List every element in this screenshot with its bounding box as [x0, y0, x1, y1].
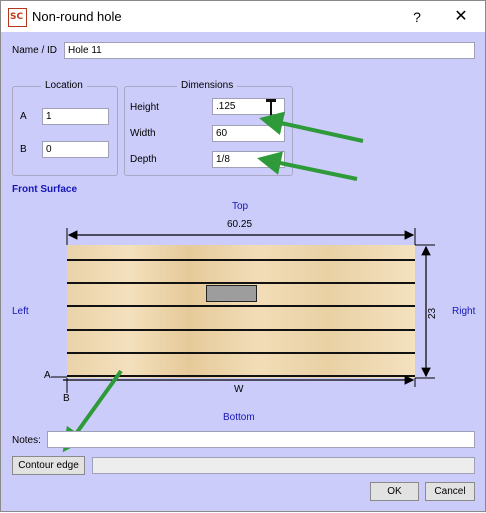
bottom-label: Bottom [223, 412, 255, 423]
grain-line [67, 305, 415, 307]
ok-button[interactable]: OK [370, 482, 419, 501]
dialog-window: SC Non-round hole ? ✕ Name / ID Hole 11 … [0, 0, 486, 512]
height-label: Height [130, 102, 159, 113]
window-title: Non-round hole [32, 9, 122, 24]
grain-line [67, 375, 415, 377]
name-id-field[interactable]: Hole 11 [64, 42, 475, 59]
b-marker-label: B [63, 393, 70, 404]
depth-field[interactable]: 1/8 [212, 151, 285, 168]
close-button[interactable]: ✕ [450, 6, 472, 28]
help-button[interactable]: ? [406, 6, 428, 28]
location-group-title: Location [41, 80, 87, 91]
notes-field[interactable] [47, 431, 475, 448]
right-label: Right [452, 306, 476, 317]
title-bar[interactable]: SC Non-round hole ? ✕ [1, 1, 485, 32]
contour-edge-button[interactable]: Contour edge [12, 456, 85, 475]
location-a-label: A [20, 111, 27, 122]
left-label: Left [12, 306, 29, 317]
width-field[interactable]: 60 [212, 125, 285, 142]
width-label: Width [130, 128, 156, 139]
location-a-field[interactable]: 1 [42, 108, 109, 125]
grain-line [67, 282, 415, 284]
w-marker-label: W [234, 384, 244, 395]
dimensions-group-title: Dimensions [177, 80, 238, 91]
front-surface-label: Front Surface [12, 184, 78, 195]
width-dimension-value: 60.25 [227, 219, 253, 230]
location-group [12, 86, 118, 176]
contour-edge-field [92, 457, 475, 474]
grain-line [67, 329, 415, 331]
location-b-label: B [20, 144, 27, 155]
grain-line [67, 259, 415, 261]
notes-label: Notes: [12, 435, 41, 446]
app-logo-icon: SC [8, 8, 27, 27]
top-label: Top [232, 201, 249, 212]
hole-shape[interactable] [206, 285, 257, 302]
grain-line [67, 352, 415, 354]
a-marker-label: A [44, 370, 51, 381]
height-dimension-value: 23 [427, 307, 438, 319]
name-id-label: Name / ID [12, 45, 58, 56]
location-b-field[interactable]: 0 [42, 141, 109, 158]
text-cursor-icon [266, 99, 276, 121]
board-diagram[interactable] [67, 245, 415, 378]
cancel-button[interactable]: Cancel [425, 482, 475, 501]
depth-label: Depth [130, 154, 157, 165]
